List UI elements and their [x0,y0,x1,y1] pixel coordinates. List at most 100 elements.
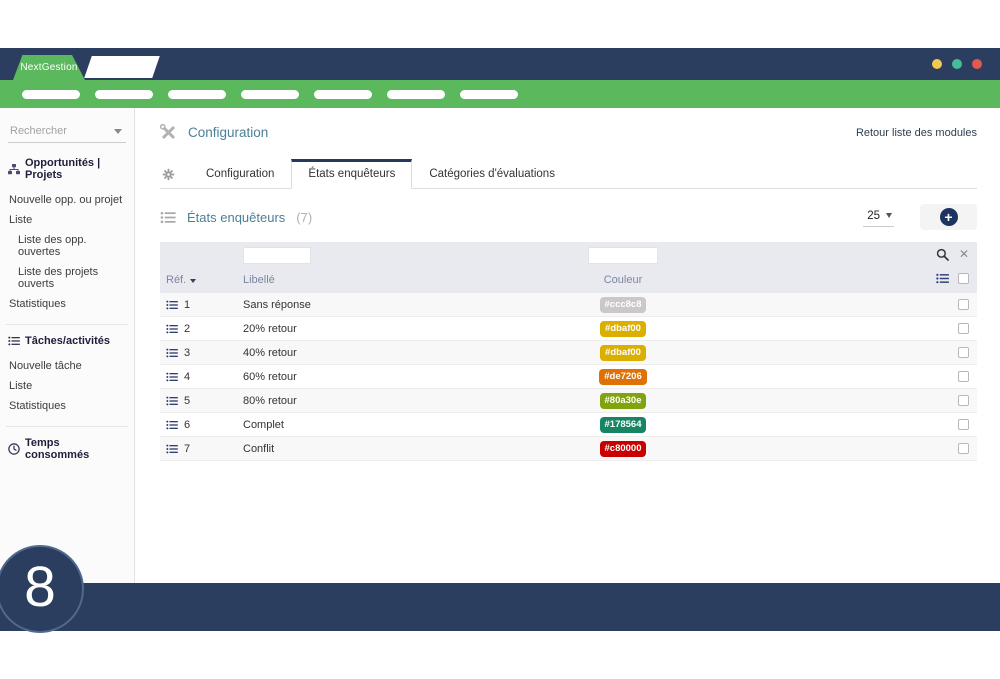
app-window: NextGestion Rechercher Oppor [0,48,1000,631]
sidebar-item-liste-opp[interactable]: Liste [8,210,126,230]
row-ref: 3 [184,347,190,359]
nav-pill[interactable] [22,90,80,99]
list-icon [8,336,20,346]
page-size-select[interactable]: 25 [863,208,894,227]
back-to-modules-link[interactable]: Retour liste des modules [856,127,977,139]
nav-pill[interactable] [460,90,518,99]
row-ref: 2 [184,323,190,335]
record-count: (7) [296,210,312,225]
brand-label: NextGestion [20,62,77,73]
tab-configuration[interactable]: Configuration [189,160,291,188]
page-title: Configuration [188,125,268,140]
clock-icon [8,443,20,455]
row-checkbox[interactable] [958,443,969,454]
sidebar-header-label: Tâches/activités [25,335,110,347]
tab-bar: Configuration États enquêteurs Catégorie… [160,159,977,189]
search-placeholder: Rechercher [10,125,67,137]
tab-categories-evaluations[interactable]: Catégories d'évaluations [412,160,572,188]
color-badge: #dbaf00 [600,321,646,337]
nav-pill[interactable] [387,90,445,99]
sidebar-item-liste-projets-ouverts[interactable]: Liste des projets ouverts [8,262,126,294]
main-nav-bar [0,80,1000,108]
tab-etats-enqueteurs[interactable]: États enquêteurs [291,159,412,189]
etats-table: ✕ Réf. Libellé Couleur [160,242,977,461]
close-icon[interactable]: ✕ [959,247,969,261]
sidebar: Rechercher Opportunités | Projets Nouvel… [0,108,135,583]
page-size-value: 25 [867,210,880,222]
color-badge: #c80000 [600,441,647,457]
row-list-icon [166,420,178,430]
list-icon [160,211,176,224]
row-checkbox[interactable] [958,323,969,334]
sidebar-item-nouvelle-tache[interactable]: Nouvelle tâche [8,356,126,376]
row-checkbox[interactable] [958,371,969,382]
list-icon[interactable] [936,273,949,284]
row-list-icon [166,300,178,310]
search-select[interactable]: Rechercher [8,122,126,143]
redacted-title-block [84,56,160,78]
row-checkbox[interactable] [958,395,969,406]
color-badge: #ccc8c8 [600,297,647,313]
sidebar-item-liste-opp-ouvertes[interactable]: Liste des opp. ouvertes [8,230,126,262]
row-checkbox[interactable] [958,347,969,358]
select-all-checkbox[interactable] [958,273,969,284]
row-list-icon [166,444,178,454]
row-ref: 7 [184,443,190,455]
search-icon[interactable] [936,248,949,261]
footer-bar [0,583,1000,631]
row-ref: 5 [184,395,190,407]
row-label: Sans réponse [243,293,311,316]
sidebar-item-statistiques-taches[interactable]: Statistiques [8,396,126,416]
row-label: 60% retour [243,365,297,388]
sidebar-item-liste-taches[interactable]: Liste [8,376,126,396]
table-row[interactable]: 6 Complet #178564 [160,413,977,437]
nav-pill[interactable] [95,90,153,99]
red-traffic-dot[interactable] [972,59,982,69]
yellow-traffic-dot[interactable] [932,59,942,69]
sidebar-item-statistiques-opp[interactable]: Statistiques [8,294,126,314]
sidebar-header-temps[interactable]: Temps consommés [8,437,126,461]
sidebar-item-nouvelle-opp[interactable]: Nouvelle opp. ou projet [8,190,126,210]
color-badge: #dbaf00 [600,345,646,361]
sidebar-section-temps: Temps consommés [8,437,126,461]
traffic-lights [932,59,982,69]
table-row[interactable]: 5 80% retour #80a30e [160,389,977,413]
table-row[interactable]: 4 60% retour #de7206 [160,365,977,389]
plus-icon: + [940,208,958,226]
table-header: ✕ Réf. Libellé Couleur [160,242,977,293]
table-row[interactable]: 1 Sans réponse #ccc8c8 [160,293,977,317]
main-content: Configuration Retour liste des modules C… [135,108,1000,583]
sidebar-section-taches: Tâches/activités Nouvelle tâche Liste St… [8,335,126,416]
column-header-couleur[interactable]: Couleur [588,274,658,286]
color-badge: #80a30e [600,393,647,409]
chevron-down-icon [886,213,892,218]
filter-libelle-input[interactable] [243,247,311,264]
green-traffic-dot[interactable] [952,59,962,69]
row-ref: 1 [184,299,190,311]
table-row[interactable]: 3 40% retour #dbaf00 [160,341,977,365]
row-checkbox[interactable] [958,419,969,430]
row-checkbox[interactable] [958,299,969,310]
sidebar-header-label: Opportunités | Projets [25,157,126,181]
sidebar-header-label: Temps consommés [25,437,126,461]
brand-tab[interactable]: NextGestion [13,55,85,80]
add-button[interactable]: + [920,204,977,230]
row-label: 40% retour [243,341,297,364]
chevron-down-icon [114,129,122,134]
table-row[interactable]: 2 20% retour #dbaf00 [160,317,977,341]
sidebar-header-taches[interactable]: Tâches/activités [8,335,126,347]
column-header-ref[interactable]: Réf. [166,274,196,286]
column-header-libelle[interactable]: Libellé [243,274,275,286]
tools-icon [160,124,177,141]
sidebar-header-opportunites[interactable]: Opportunités | Projets [8,157,126,181]
nav-pill[interactable] [314,90,372,99]
gear-icon [162,168,175,181]
color-badge: #178564 [600,417,647,433]
table-row[interactable]: 7 Conflit #c80000 [160,437,977,461]
page-number: 8 [24,559,56,616]
sidebar-divider [6,324,128,325]
nav-pill[interactable] [241,90,299,99]
nav-pill[interactable] [168,90,226,99]
filter-couleur-input[interactable] [588,247,658,264]
row-ref: 6 [184,419,190,431]
